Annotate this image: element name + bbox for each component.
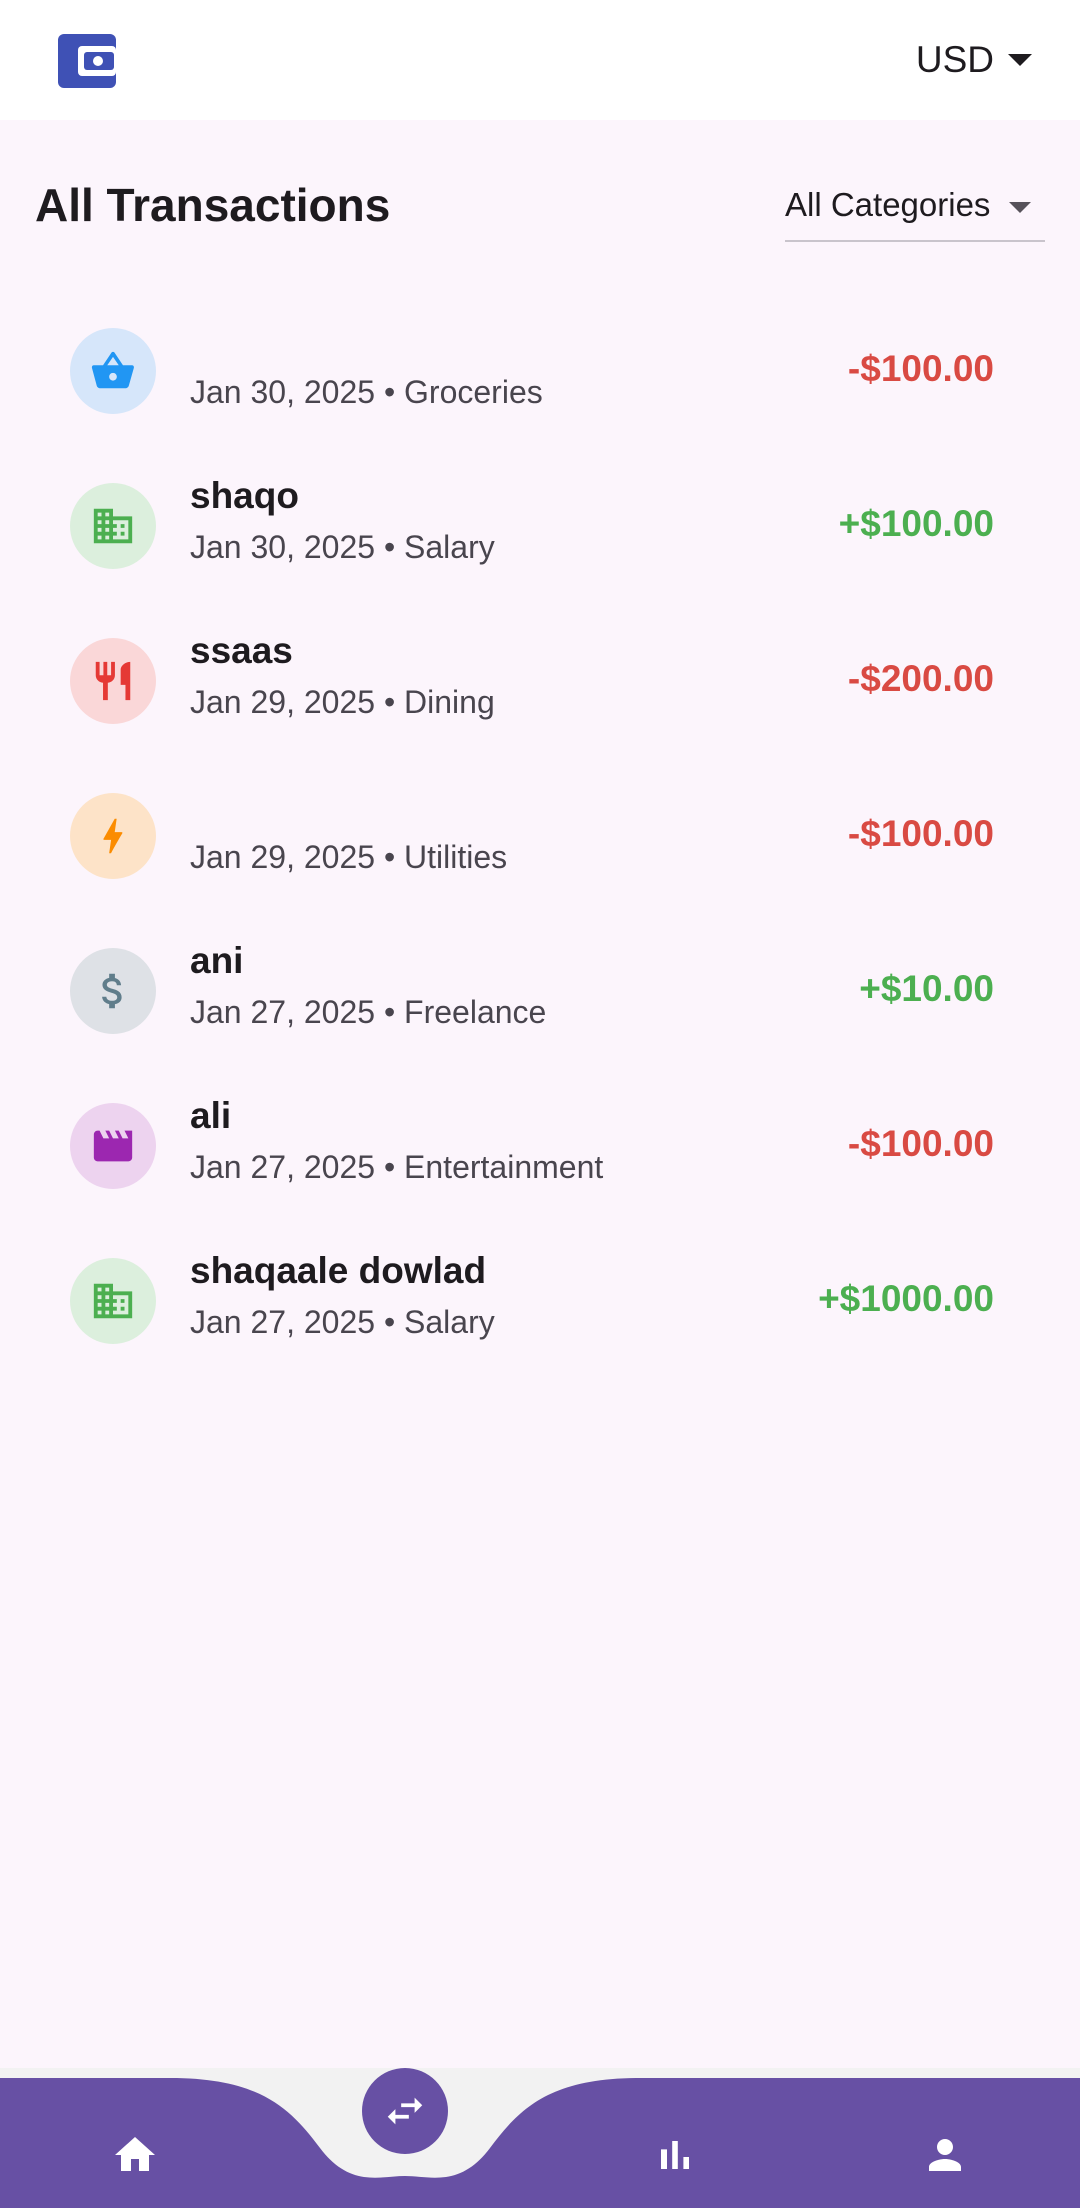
shopping-basket-icon: [70, 328, 156, 414]
building-icon: [70, 1258, 156, 1344]
transaction-row[interactable]: Jan 30, 2025 • Groceries -$100.00: [0, 300, 1080, 450]
bar-chart-icon: [661, 2141, 689, 2169]
transaction-subtitle: Jan 29, 2025 • Dining: [190, 684, 495, 720]
transaction-subtitle: Jan 27, 2025 • Freelance: [190, 994, 547, 1030]
transaction-amount: +$1000.00: [818, 1278, 994, 1319]
transaction-row[interactable]: ani Jan 27, 2025 • Freelance +$10.00: [0, 920, 1080, 1070]
building-icon: [70, 483, 156, 569]
page-title: All Transactions: [35, 179, 391, 231]
dollar-icon: [70, 948, 156, 1034]
transaction-row[interactable]: shaqo Jan 30, 2025 • Salary +$100.00: [0, 455, 1080, 605]
transaction-row[interactable]: ssaas Jan 29, 2025 • Dining -$200.00: [0, 610, 1080, 760]
transaction-amount: -$100.00: [847, 813, 994, 854]
transaction-name: ani: [190, 940, 244, 981]
transaction-amount: +$100.00: [838, 503, 994, 544]
transfer-icon: [387, 2097, 423, 2125]
currency-selector[interactable]: USD: [916, 30, 1032, 90]
bolt-icon: [70, 793, 156, 879]
home-icon: [115, 2137, 155, 2171]
nav-stats-button[interactable]: [630, 2110, 720, 2200]
transaction-amount: +$10.00: [859, 968, 994, 1009]
category-dropdown[interactable]: All Categories: [785, 178, 1045, 242]
movie-icon: [70, 1103, 156, 1189]
chevron-down-icon: [1008, 54, 1032, 66]
category-dropdown-label: All Categories: [785, 186, 991, 223]
transaction-row[interactable]: Jan 29, 2025 • Utilities -$100.00: [0, 765, 1080, 915]
bottom-navigation-bar: [0, 2068, 1080, 2208]
chevron-down-icon: [1009, 202, 1031, 213]
transaction-subtitle: Jan 27, 2025 • Entertainment: [190, 1149, 604, 1185]
transaction-subtitle: Jan 30, 2025 • Salary: [190, 529, 495, 565]
nav-profile-button[interactable]: [900, 2110, 990, 2200]
transaction-subtitle: Jan 30, 2025 • Groceries: [190, 374, 543, 410]
transaction-subtitle: Jan 27, 2025 • Salary: [190, 1304, 495, 1340]
app-bar: USD: [0, 0, 1080, 120]
transaction-amount: -$200.00: [847, 658, 994, 699]
transaction-subtitle: Jan 29, 2025 • Utilities: [190, 839, 508, 875]
wallet-icon[interactable]: [58, 34, 116, 88]
transaction-name: ssaas: [190, 630, 293, 671]
person-icon: [929, 2139, 961, 2171]
nav-transactions-button[interactable]: [362, 2068, 448, 2154]
transaction-row[interactable]: shaqaale dowlad Jan 27, 2025 • Salary +$…: [0, 1230, 1080, 1380]
currency-label: USD: [915, 39, 994, 80]
transaction-amount: -$100.00: [847, 348, 994, 389]
transaction-name: ali: [190, 1095, 232, 1136]
transaction-amount: -$100.00: [847, 1123, 994, 1164]
restaurant-icon: [70, 638, 156, 724]
nav-home-button[interactable]: [90, 2110, 180, 2200]
transaction-name: shaqo: [190, 475, 299, 516]
transaction-row[interactable]: ali Jan 27, 2025 • Entertainment -$100.0…: [0, 1075, 1080, 1225]
transaction-name: shaqaale dowlad: [190, 1250, 487, 1291]
